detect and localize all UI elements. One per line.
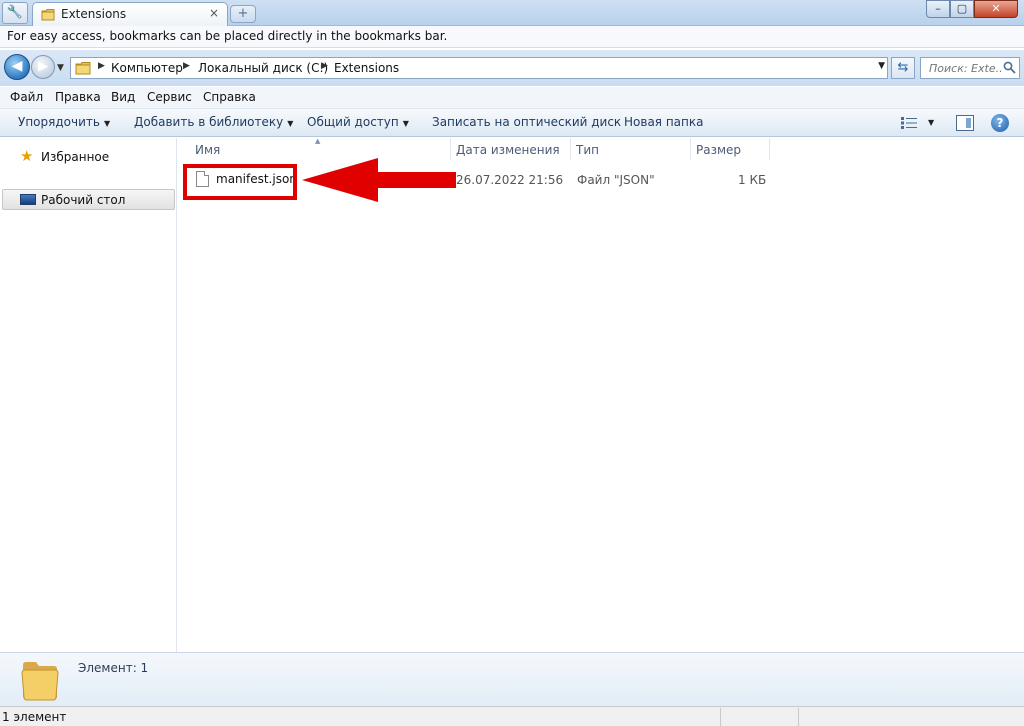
maximize-button[interactable]: ▢ [950,0,974,18]
tab-title: Extensions [61,7,127,21]
chevron-down-icon: ▼ [103,119,111,128]
search-input[interactable] [921,58,1003,78]
tab-extensions[interactable]: Extensions × [32,2,228,26]
menu-tools[interactable]: Сервис [147,90,192,104]
preview-pane-icon[interactable] [956,115,974,131]
refresh-button[interactable]: ⇆ [891,57,915,79]
menu-edit[interactable]: Правка [55,90,101,104]
forward-button[interactable]: ▶ [31,55,55,79]
sort-ascending-icon: ▲ [315,137,321,145]
add-to-library-label: Добавить в библиотеку [134,115,284,129]
breadcrumb-separator-icon[interactable]: ▶ [183,61,190,71]
burn-disc-button[interactable]: Записать на оптический диск [432,115,621,129]
red-arrow-annotation [302,158,456,202]
close-window-button[interactable]: ✕ [974,0,1018,18]
details-pane: Элемент: 1 [0,652,1024,706]
status-text: 1 элемент [2,710,67,724]
column-header-type[interactable]: Тип [576,143,599,157]
column-divider[interactable] [769,138,770,160]
column-header-date[interactable]: Дата изменения [456,143,560,157]
status-bar: 1 элемент [0,706,1024,726]
folder-icon [21,662,59,701]
view-dropdown-icon[interactable]: ▼ [928,118,934,127]
menu-file[interactable]: Файл [10,90,43,104]
status-divider [798,708,799,726]
file-size: 1 КБ [738,173,767,187]
file-modified: 26.07.2022 21:56 [456,173,564,187]
column-divider[interactable] [690,138,691,160]
item-count: Элемент: 1 [78,661,149,675]
menu-help[interactable]: Справка [203,90,256,104]
file-list: ▲ Имя Дата изменения Тип Размер manifest… [178,137,1024,652]
address-bar[interactable]: ▶ Компьютер ▶ Локальный диск (C:) ▶ Exte… [70,57,888,79]
minimize-button[interactable]: – [926,0,950,18]
breadcrumb-extensions[interactable]: Extensions [334,61,399,75]
status-divider [720,708,721,726]
highlight-box [183,164,297,200]
new-folder-button[interactable]: Новая папка [624,115,703,129]
history-dropdown-icon[interactable]: ▼ [57,63,64,73]
search-icon[interactable] [1003,61,1016,74]
bookmarks-bar: For easy access, bookmarks can be placed… [0,26,1024,48]
organize-button[interactable]: Упорядочить ▼ [18,115,110,129]
organize-label: Упорядочить [18,115,100,129]
folder-icon [75,62,91,75]
help-icon[interactable]: ? [991,114,1009,132]
breadcrumb-computer[interactable]: Компьютер [111,61,183,75]
wrench-icon[interactable]: 🔧 [2,2,28,24]
breadcrumb-separator-icon[interactable]: ▶ [98,61,105,71]
column-header-name[interactable]: Имя [195,143,220,157]
new-tab-button[interactable]: + [230,5,256,23]
file-type: Файл "JSON" [577,173,655,187]
breadcrumb-separator-icon[interactable]: ▶ [321,61,328,71]
desktop-item[interactable]: Рабочий стол [2,189,175,210]
tab-strip: 🔧 Extensions × + – ▢ ✕ [0,0,1024,26]
window-controls: – ▢ ✕ [926,0,1018,18]
column-header-size[interactable]: Размер [696,143,741,157]
desktop-label: Рабочий стол [41,193,126,207]
back-button[interactable]: ◀ [4,54,30,80]
command-bar: Упорядочить ▼ Добавить в библиотеку ▼ Общи… [0,109,1024,137]
chevron-down-icon: ▼ [287,119,294,128]
desktop-icon [20,194,36,205]
share-label: Общий доступ [307,115,399,129]
chevron-down-icon: ▼ [402,119,409,128]
tab-close-icon[interactable]: × [207,7,221,21]
star-icon: ★ [20,147,34,165]
menu-bar: Файл Правка Вид Сервис Справка [0,87,1024,109]
navigation-pane: ★ Избранное Рабочий стол [0,138,177,652]
address-dropdown-icon[interactable]: ▼ [878,61,885,71]
column-divider[interactable] [570,138,571,160]
view-options-icon[interactable] [900,116,918,130]
share-button[interactable]: Общий доступ ▼ [307,115,409,129]
column-divider[interactable] [450,138,451,160]
menu-view[interactable]: Вид [111,90,135,104]
add-to-library-button[interactable]: Добавить в библиотеку ▼ [134,115,293,129]
bookmarks-bar-message: For easy access, bookmarks can be placed… [7,29,448,43]
search-box[interactable] [920,57,1020,79]
breadcrumb-local-disk[interactable]: Локальный диск (C:) [198,61,328,75]
folder-icon [41,9,55,21]
favorites-label: Избранное [41,150,110,164]
navigation-bar: ◀ ▶ ▼ ▶ Компьютер ▶ Локальный диск (C:) … [0,50,1024,86]
